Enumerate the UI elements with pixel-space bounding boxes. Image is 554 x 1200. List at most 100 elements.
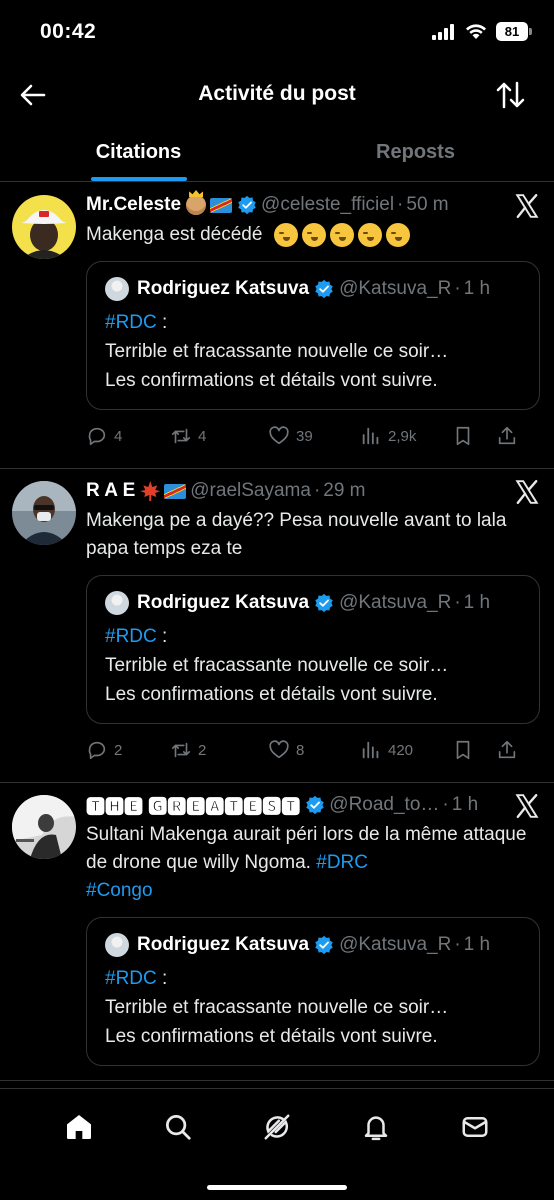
views-button[interactable]: 420 bbox=[360, 739, 452, 761]
quoted-post-header: Rodriguez Katsuva @Katsuva_R · 1 h bbox=[105, 274, 523, 304]
quoted-author-name: Rodriguez Katsuva bbox=[137, 934, 310, 955]
post-time: 29 m bbox=[323, 480, 366, 501]
nav-search[interactable] bbox=[158, 1107, 198, 1147]
quoted-author-name: Rodriguez Katsuva bbox=[137, 278, 310, 299]
x-logo-icon[interactable] bbox=[514, 479, 540, 505]
active-tab-indicator bbox=[90, 177, 187, 181]
quoted-post-text: #RDC : Terrible et fracassante nouvelle … bbox=[105, 964, 523, 1051]
hashtag-link[interactable]: #RDC bbox=[105, 312, 157, 333]
quoted-author-handle: @Katsuva_R bbox=[339, 592, 452, 613]
author-name[interactable]: 🆃🅷🅴 🅶🆁🅴🅰🆃🅴🆂🆃 bbox=[86, 792, 300, 819]
author-name[interactable]: Mr.Celeste bbox=[86, 194, 181, 216]
quoted-line-1: Terrible et fracassante nouvelle ce soir… bbox=[105, 997, 449, 1018]
hashtag-link[interactable]: #DRC bbox=[316, 852, 368, 873]
reply-count: 4 bbox=[114, 427, 123, 445]
quoted-line-2: Les confirmations et détails vont suivre… bbox=[105, 684, 438, 705]
quoted-post[interactable]: Rodriguez Katsuva @Katsuva_R · 1 h #RDC … bbox=[86, 917, 540, 1066]
verified-badge-icon bbox=[315, 279, 333, 299]
quote-feed[interactable]: Mr.Celeste @celeste_fficiel · 50 m Maken… bbox=[0, 183, 554, 1088]
views-button[interactable]: 2,9k bbox=[360, 425, 452, 447]
reply-icon bbox=[88, 427, 106, 446]
tab-citations[interactable]: Citations bbox=[0, 124, 277, 181]
post-text: Sultani Makenga aurait péri lors de la m… bbox=[86, 821, 540, 905]
repost-icon bbox=[171, 742, 191, 758]
sort-arrows-icon bbox=[496, 81, 525, 109]
tab-citations-label: Citations bbox=[95, 141, 182, 163]
bookmark-icon bbox=[456, 740, 470, 760]
quoted-post-time: 1 h bbox=[463, 934, 491, 955]
hashtag-link[interactable]: #Congo bbox=[86, 880, 153, 901]
share-button[interactable] bbox=[496, 739, 522, 761]
post-time: 1 h bbox=[451, 794, 479, 815]
avatar[interactable] bbox=[12, 481, 76, 545]
search-icon bbox=[166, 1115, 191, 1140]
post-header: 🆃🅷🅴 🅶🆁🅴🅰🆃🅴🆂🆃 @Road_to… · 1 h bbox=[86, 789, 540, 821]
quoted-post-time: 1 h bbox=[463, 592, 491, 613]
repost-button[interactable]: 4 bbox=[170, 425, 268, 447]
status-icons: 81 bbox=[432, 22, 532, 41]
home-indicator bbox=[207, 1185, 347, 1190]
avatar[interactable] bbox=[12, 795, 76, 859]
bookmark-button[interactable] bbox=[452, 425, 496, 447]
tab-reposts[interactable]: Reposts bbox=[277, 124, 554, 181]
nav-grok[interactable] bbox=[257, 1107, 297, 1147]
author-name[interactable]: R A E bbox=[86, 480, 135, 502]
post-header: Mr.Celeste @celeste_fficiel · 50 m bbox=[86, 194, 449, 216]
quoted-avatar bbox=[105, 277, 129, 301]
views-chart-icon bbox=[362, 427, 379, 445]
share-button[interactable] bbox=[496, 425, 522, 447]
heart-icon bbox=[269, 740, 289, 759]
post-actions: 4 4 39 2,9k bbox=[86, 418, 540, 454]
avatar[interactable] bbox=[12, 195, 76, 259]
reply-button[interactable]: 4 bbox=[86, 425, 170, 447]
like-button[interactable]: 39 bbox=[268, 425, 360, 447]
post-item[interactable]: Mr.Celeste @celeste_fficiel · 50 m Maken… bbox=[0, 183, 554, 469]
verified-badge-icon bbox=[306, 795, 325, 815]
quoted-line-1: Terrible et fracassante nouvelle ce soir… bbox=[105, 341, 449, 362]
quoted-post[interactable]: Rodriguez Katsuva @Katsuva_R · 1 h #RDC … bbox=[86, 261, 540, 410]
hashtag-link[interactable]: #RDC bbox=[105, 968, 157, 989]
like-button[interactable]: 8 bbox=[268, 739, 360, 761]
reply-button[interactable]: 2 bbox=[86, 739, 170, 761]
battery-icon: 81 bbox=[496, 22, 532, 41]
like-count: 39 bbox=[296, 427, 313, 445]
name-badges bbox=[140, 481, 187, 501]
quoted-post-text: #RDC : Terrible et fracassante nouvelle … bbox=[105, 622, 523, 709]
share-icon bbox=[498, 740, 516, 759]
post-text: Makenga pe a dayé?? Pesa nouvelle avant … bbox=[86, 510, 507, 559]
repost-button[interactable]: 2 bbox=[170, 739, 268, 761]
status-time: 00:42 bbox=[40, 20, 97, 43]
x-logo-icon[interactable] bbox=[514, 193, 540, 219]
notifications-icon bbox=[364, 1116, 388, 1141]
author-handle[interactable]: @celeste_fficiel bbox=[261, 194, 394, 216]
quoted-line-2: Les confirmations et détails vont suivre… bbox=[105, 370, 438, 391]
x-logo-icon[interactable] bbox=[514, 793, 540, 819]
author-handle[interactable]: @Road_to… bbox=[329, 794, 439, 816]
bottom-nav bbox=[0, 1088, 554, 1200]
post-text-content: Sultani Makenga aurait péri lors de la m… bbox=[86, 824, 527, 873]
nav-messages[interactable] bbox=[455, 1107, 495, 1147]
messages-icon bbox=[462, 1117, 488, 1137]
verified-badge-icon bbox=[315, 593, 333, 613]
page-title: Activité du post bbox=[198, 82, 356, 105]
name-badges bbox=[186, 195, 233, 215]
nav-home[interactable] bbox=[59, 1107, 99, 1147]
views-count: 420 bbox=[388, 741, 414, 759]
bookmark-button[interactable] bbox=[452, 739, 496, 761]
battery-level: 81 bbox=[496, 22, 528, 41]
drc-flag-icon bbox=[164, 483, 187, 499]
quoted-post[interactable]: Rodriguez Katsuva @Katsuva_R · 1 h #RDC … bbox=[86, 575, 540, 724]
repost-icon bbox=[171, 428, 191, 444]
quoted-post-header: Rodriguez Katsuva @Katsuva_R · 1 h bbox=[105, 588, 523, 618]
nav-notifications[interactable] bbox=[356, 1107, 396, 1147]
post-header: R A E @raelSayama · 29 m bbox=[86, 480, 366, 502]
hashtag-link[interactable]: #RDC bbox=[105, 626, 157, 647]
author-handle[interactable]: @raelSayama bbox=[190, 480, 311, 502]
post-item[interactable]: R A E @raelSayama · 29 m Makenga pe a da… bbox=[0, 469, 554, 783]
sort-button[interactable] bbox=[494, 78, 528, 112]
verified-badge-icon bbox=[238, 195, 256, 215]
face-emoji-icon bbox=[273, 222, 410, 247]
post-item[interactable]: 🆃🅷🅴 🅶🆁🅴🅰🆃🅴🆂🆃 @Road_to… · 1 h Sultani Mak… bbox=[0, 783, 554, 1081]
quoted-author-handle: @Katsuva_R bbox=[339, 278, 452, 299]
tab-bar: Citations Reposts bbox=[0, 124, 554, 182]
